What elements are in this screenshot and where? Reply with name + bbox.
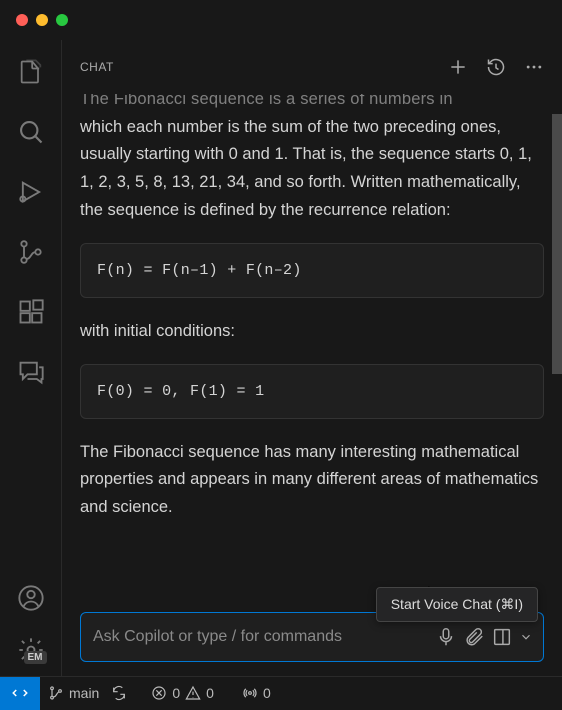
statusbar: main 0 0 0 (0, 676, 562, 709)
chat-header: CHAT (62, 40, 562, 94)
warning-count: 0 (206, 685, 214, 701)
ports-status[interactable]: 0 (234, 685, 279, 701)
sync-status[interactable] (107, 685, 131, 701)
account-icon[interactable] (17, 584, 45, 612)
chat-icon[interactable] (17, 358, 45, 386)
chat-title: CHAT (80, 60, 114, 74)
explorer-icon[interactable] (17, 58, 45, 86)
run-debug-icon[interactable] (17, 178, 45, 206)
extensions-icon[interactable] (17, 298, 45, 326)
source-control-icon[interactable] (17, 238, 45, 266)
code-block: F(0) = 0, F(1) = 1 (80, 364, 544, 419)
problems-status[interactable]: 0 0 (143, 685, 222, 701)
branch-status[interactable]: main (40, 685, 107, 701)
message-paragraph: The Fibonacci sequence has many interest… (80, 439, 544, 522)
remote-indicator[interactable] (0, 677, 40, 710)
error-count: 0 (172, 685, 180, 701)
window-minimize-button[interactable] (36, 14, 48, 26)
branch-name: main (69, 685, 99, 701)
chevron-down-icon[interactable] (519, 626, 533, 648)
attach-icon[interactable] (463, 626, 485, 648)
chat-input-area: Start Voice Chat (⌘I) (62, 602, 562, 676)
scrollbar[interactable] (552, 94, 562, 602)
settings-badge: EM (24, 651, 47, 664)
chat-message: The Fibonacci sequence is a series of nu… (80, 94, 544, 522)
activity-bar: EM (0, 40, 62, 676)
tooltip: Start Voice Chat (⌘I) (376, 587, 538, 622)
history-icon[interactable] (486, 57, 506, 77)
message-paragraph: with initial conditions: (80, 318, 544, 346)
window-close-button[interactable] (16, 14, 28, 26)
ports-count: 0 (263, 685, 271, 701)
window-fullscreen-button[interactable] (56, 14, 68, 26)
settings-gear-icon[interactable]: EM (17, 636, 45, 664)
voice-chat-icon[interactable] (435, 626, 457, 648)
code-block: F(n) = F(n–1) + F(n–2) (80, 243, 544, 298)
more-icon[interactable] (524, 57, 544, 77)
main-area: EM CHAT The Fibonacci sequence is a seri… (0, 40, 562, 676)
scrollbar-thumb[interactable] (552, 114, 562, 374)
titlebar (0, 0, 562, 40)
layout-icon[interactable] (491, 626, 513, 648)
search-icon[interactable] (17, 118, 45, 146)
message-paragraph: which each number is the sum of the two … (80, 114, 544, 225)
chat-panel: CHAT The Fibonacci sequence is a series … (62, 40, 562, 676)
new-chat-icon[interactable] (448, 57, 468, 77)
chat-input[interactable] (93, 628, 429, 646)
chat-content: The Fibonacci sequence is a series of nu… (62, 94, 562, 602)
message-cutoff-line: The Fibonacci sequence is a series of nu… (80, 94, 544, 114)
